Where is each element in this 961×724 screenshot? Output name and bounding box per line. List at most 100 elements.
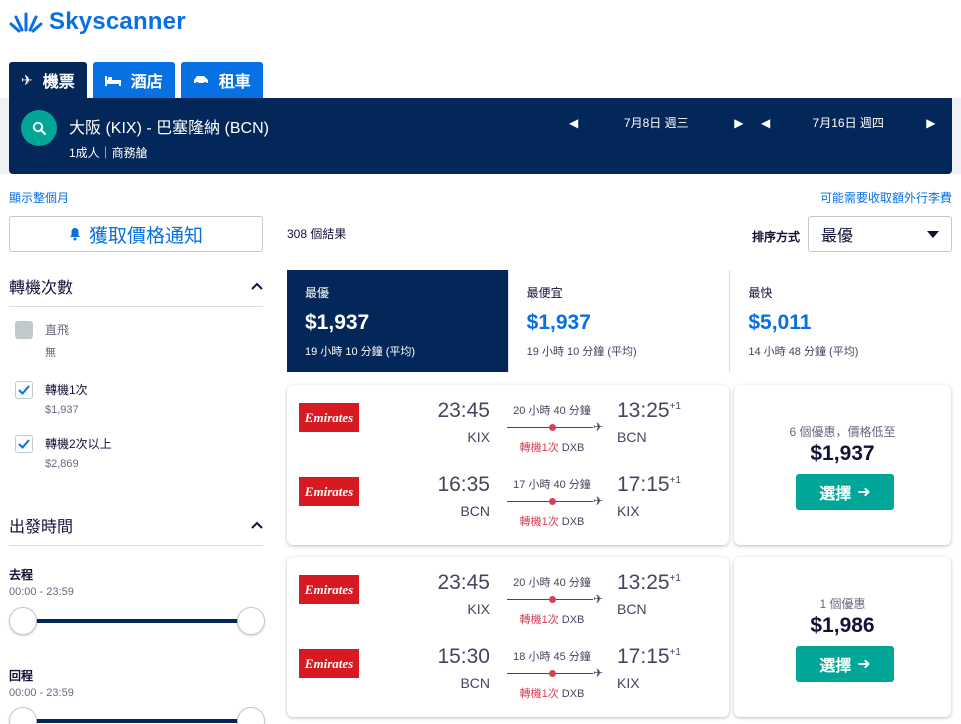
arrive-time-value: 13:25 <box>617 399 670 422</box>
stops-info: 轉機1次 DXB <box>507 685 597 701</box>
return-leg: Emirates 15:30 BCN 18 小時 45 分鐘 ✈ 轉機1次 DX… <box>287 631 729 700</box>
summary-price: $5,011 <box>748 311 812 334</box>
itinerary-legs[interactable]: Emirates 23:45 KIX 20 小時 40 分鐘 ✈ 轉機1次 DX… <box>287 557 729 717</box>
chevron-up-icon[interactable] <box>251 518 263 532</box>
price-alert-label: 獲取價格通知 <box>88 225 203 247</box>
route-text[interactable]: 大阪 (KIX) - 巴塞隆納 (BCN) <box>69 114 269 138</box>
arrive-time: 13:25+1 <box>617 571 681 595</box>
sort-label: 排序方式 <box>752 230 801 244</box>
summary-title: 最便宜 <box>526 286 563 300</box>
times-filter-header[interactable]: 出發時間 <box>9 513 263 546</box>
arrive-time: 17:15+1 <box>617 473 681 497</box>
search-summary-bar: 大阪 (KIX) - 巴塞隆納 (BCN) 1成人｜商務艙 ◀ 7月8日 週三 … <box>9 98 952 174</box>
tab-label: 酒店 <box>130 74 163 91</box>
arrow-right-icon: ➜ <box>857 484 871 501</box>
plane-icon: ✈ <box>593 592 604 606</box>
summary-price: $1,937 <box>526 311 591 334</box>
tab-cars[interactable]: 租車 <box>180 62 263 98</box>
filter-price: $2,869 <box>45 458 79 470</box>
flight-duration: 17 小時 40 分鐘 <box>513 479 591 491</box>
summary-title: 最快 <box>748 286 773 300</box>
chevron-up-icon[interactable] <box>251 279 263 293</box>
summary-duration: 19 小時 10 分鐘 (平均) <box>305 346 416 358</box>
flight-duration: 20 小時 40 分鐘 <box>513 577 591 589</box>
depart-airport: KIX <box>467 429 490 445</box>
emirates-logo: Emirates <box>299 477 359 506</box>
day-offset: +1 <box>669 573 681 584</box>
itinerary-card: Emirates 23:45 KIX 20 小時 40 分鐘 ✈ 轉機1次 DX… <box>287 557 951 717</box>
filter-direct: 直飛 無 <box>15 321 69 360</box>
summary-duration: 14 小時 48 分鐘 (平均) <box>748 346 859 358</box>
tab-label: 機票 <box>42 74 75 91</box>
return-range: 00:00 - 23:59 <box>9 687 74 699</box>
deals-count: 1 個優惠 <box>819 597 866 611</box>
flight-duration: 20 小時 40 分鐘 <box>513 405 591 417</box>
return-leg: Emirates 16:35 BCN 17 小時 40 分鐘 ✈ 轉機1次 DX… <box>287 459 729 528</box>
summary-fastest[interactable]: 最快 $5,011 14 小時 48 分鐘 (平均) <box>730 270 951 372</box>
depart-date[interactable]: 7月8日 週三 <box>578 114 734 131</box>
sunburst-icon <box>9 12 43 33</box>
filter-two-plus-stops: 轉機2次以上 $2,869 <box>15 435 112 470</box>
select-button[interactable]: 選擇 ➜ <box>796 474 894 510</box>
filter-label: 轉機1次 <box>45 383 88 397</box>
arrow-right-icon: ➜ <box>857 656 871 673</box>
car-icon <box>193 75 209 85</box>
summary-best[interactable]: 最優 $1,937 19 小時 10 分鐘 (平均) <box>287 270 509 372</box>
stops-filter-header[interactable]: 轉機次數 <box>9 274 263 307</box>
skyscanner-logo[interactable]: Skyscanner <box>9 8 186 36</box>
next-date-icon[interactable]: ▶ <box>734 116 743 130</box>
day-offset: +1 <box>669 401 681 412</box>
bed-icon <box>104 74 121 86</box>
deals-count: 6 個優惠，價格低至 <box>789 425 896 439</box>
search-button[interactable] <box>21 110 57 146</box>
price-panel: 6 個優惠，價格低至 $1,937 選擇 ➜ <box>734 385 951 545</box>
arrive-airport: BCN <box>617 429 647 445</box>
passengers-class[interactable]: 1成人｜商務艙 <box>69 144 148 161</box>
outbound-slider-min-handle[interactable] <box>9 607 37 635</box>
tab-label: 租車 <box>218 74 251 91</box>
stop-dot <box>549 498 556 505</box>
baggage-fees-link[interactable]: 可能需要收取額外行李費 <box>820 189 952 206</box>
via-airport: DXB <box>561 614 585 626</box>
select-button[interactable]: 選擇 ➜ <box>796 646 894 682</box>
arrive-time: 17:15+1 <box>617 645 681 669</box>
one-stop-checkbox[interactable] <box>15 381 33 399</box>
next-date-icon[interactable]: ▶ <box>926 116 935 130</box>
outbound-range: 00:00 - 23:59 <box>9 586 74 598</box>
prev-date-icon[interactable]: ◀ <box>761 116 770 130</box>
return-date[interactable]: 7月16日 週四 <box>770 114 926 131</box>
product-tabs: ✈ 機票 酒店 租車 <box>9 62 269 98</box>
itinerary-legs[interactable]: Emirates 23:45 KIX 20 小時 40 分鐘 ✈ 轉機1次 DX… <box>287 385 729 545</box>
via-airport: DXB <box>561 442 585 454</box>
outbound-slider-max-handle[interactable] <box>237 607 265 635</box>
stops-count: 轉機1次 <box>519 688 559 700</box>
stops-count: 轉機1次 <box>519 516 559 528</box>
two-plus-stops-checkbox[interactable] <box>15 435 33 453</box>
tab-flights[interactable]: ✈ 機票 <box>9 62 87 98</box>
plane-icon: ✈ <box>593 420 604 434</box>
show-month-link[interactable]: 顯示整個月 <box>9 189 69 206</box>
prev-date-icon[interactable]: ◀ <box>569 116 578 130</box>
stops-info: 轉機1次 DXB <box>507 611 597 627</box>
outbound-leg: Emirates 23:45 KIX 20 小時 40 分鐘 ✈ 轉機1次 DX… <box>287 385 729 454</box>
stops-filter-title: 轉機次數 <box>9 280 74 297</box>
summary-cheapest[interactable]: 最便宜 $1,937 19 小時 10 分鐘 (平均) <box>509 270 731 372</box>
filter-price: $1,937 <box>45 404 79 416</box>
sort-summary-tabs: 最優 $1,937 19 小時 10 分鐘 (平均) 最便宜 $1,937 19… <box>287 270 951 372</box>
tab-hotels[interactable]: 酒店 <box>92 62 175 98</box>
check-icon <box>18 385 30 395</box>
return-slider-track[interactable] <box>23 719 251 723</box>
stop-dot <box>549 424 556 431</box>
sort-value: 最優 <box>821 228 854 245</box>
outbound-slider-track[interactable] <box>23 619 251 623</box>
emirates-logo: Emirates <box>299 403 359 432</box>
emirates-logo: Emirates <box>299 575 359 604</box>
direct-checkbox[interactable] <box>15 321 33 339</box>
summary-title: 最優 <box>305 286 330 300</box>
filter-one-stop: 轉機1次 $1,937 <box>15 381 88 416</box>
sort-select[interactable]: 最優 <box>808 216 952 252</box>
price-alert-button[interactable]: 獲取價格通知 <box>9 216 263 252</box>
select-label: 選擇 <box>819 486 852 503</box>
summary-price: $1,937 <box>305 311 370 334</box>
via-airport: DXB <box>561 516 585 528</box>
